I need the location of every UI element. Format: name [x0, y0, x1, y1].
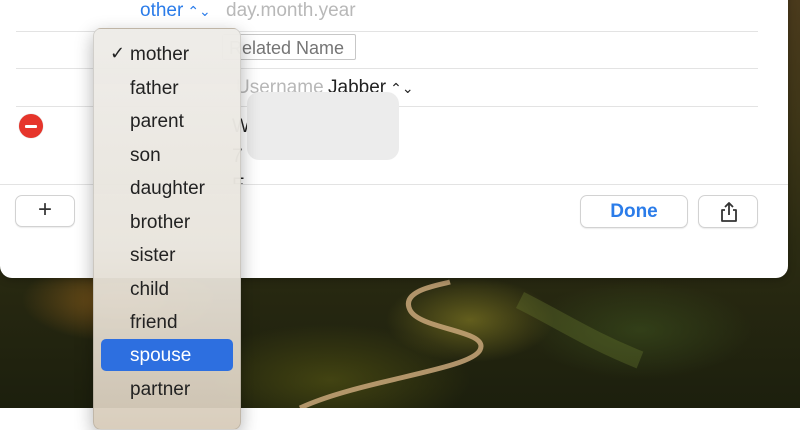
date-label-text: other: [140, 0, 184, 21]
menu-item-sister[interactable]: sister: [101, 239, 233, 271]
relationship-popup-menu: ✓ mother father parent son daughter brot…: [93, 28, 241, 430]
menu-item-daughter[interactable]: daughter: [101, 172, 233, 204]
menu-item-brother[interactable]: brother: [101, 206, 233, 238]
menu-item-label: child: [130, 279, 170, 300]
menu-item-label: friend: [130, 312, 178, 333]
menu-item-label: mother: [130, 44, 190, 65]
menu-item-child[interactable]: child: [101, 273, 233, 305]
related-name-input[interactable]: [222, 34, 356, 60]
menu-item-label: partner: [130, 379, 191, 400]
menu-item-label: spouse: [130, 345, 192, 366]
checkmark-icon: ✓: [110, 43, 126, 63]
menu-item-spouse[interactable]: spouse: [101, 339, 233, 371]
menu-item-label: brother: [130, 212, 191, 233]
updown-chevron-icon: ⌃⌄: [187, 3, 211, 19]
menu-item-friend[interactable]: friend: [101, 306, 233, 338]
remove-field-button[interactable]: [19, 114, 43, 138]
menu-item-label: father: [130, 78, 179, 99]
menu-item-label: parent: [130, 111, 184, 132]
menu-item-partner[interactable]: partner: [101, 373, 233, 405]
menu-item-label: sister: [130, 245, 176, 266]
menu-item-son[interactable]: son: [101, 139, 233, 171]
add-field-button[interactable]: +: [15, 195, 75, 227]
share-icon: [721, 202, 737, 222]
menu-item-label: son: [130, 145, 161, 166]
done-button[interactable]: Done: [580, 195, 688, 228]
menu-item-parent[interactable]: parent: [101, 105, 233, 137]
date-field[interactable]: day.month.year: [226, 0, 356, 22]
redacted-map: [247, 92, 399, 160]
share-button[interactable]: [698, 195, 758, 228]
menu-item-mother[interactable]: ✓ mother: [101, 38, 233, 70]
menu-item-father[interactable]: father: [101, 72, 233, 104]
menu-item-label: daughter: [130, 178, 206, 199]
date-label-select[interactable]: other ⌃⌄: [140, 0, 211, 22]
